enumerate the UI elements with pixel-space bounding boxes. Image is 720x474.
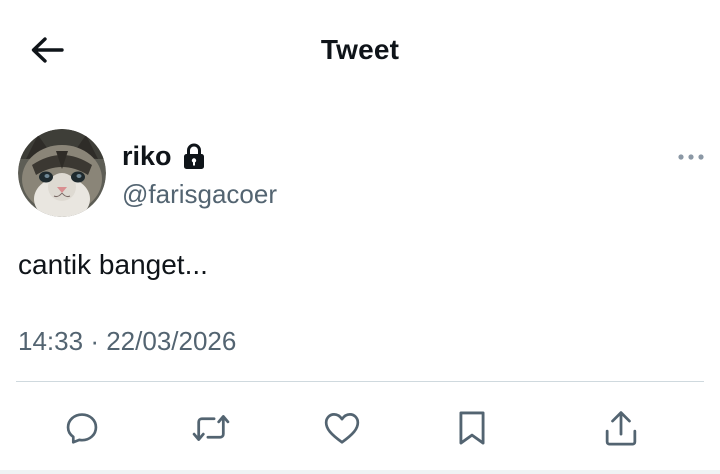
top-bar: Tweet xyxy=(0,0,720,100)
lock-icon xyxy=(182,141,208,171)
retweet-button[interactable] xyxy=(189,406,233,450)
more-options-button[interactable] xyxy=(674,144,708,170)
share-icon xyxy=(602,408,640,448)
tweet-timestamp[interactable]: 14:33 · 22/03/2026 xyxy=(18,323,236,359)
share-button[interactable] xyxy=(599,406,643,450)
reply-icon xyxy=(63,409,101,447)
page-title: Tweet xyxy=(320,34,400,65)
retweet-icon xyxy=(191,409,231,447)
divider xyxy=(16,381,704,382)
reply-button[interactable] xyxy=(60,406,104,450)
tweet-date: 22/03/2026 xyxy=(106,326,237,356)
heart-icon xyxy=(323,410,361,446)
more-dots-icon xyxy=(677,153,705,161)
bottom-divider xyxy=(0,470,720,474)
author-display-name[interactable]: riko xyxy=(122,138,172,174)
bookmark-button[interactable] xyxy=(450,406,494,450)
cat-avatar-image xyxy=(18,129,106,217)
author-name-row: riko xyxy=(122,138,208,174)
bookmark-icon xyxy=(455,409,489,447)
tweet-time: 14:33 xyxy=(18,326,84,356)
timestamp-separator: · xyxy=(90,326,99,356)
tweet-text: cantik banget... xyxy=(18,249,208,280)
author-handle[interactable]: @farisgacoer xyxy=(122,176,277,212)
tweet-actions-bar xyxy=(0,400,720,456)
avatar[interactable] xyxy=(18,129,106,217)
like-button[interactable] xyxy=(320,406,364,450)
